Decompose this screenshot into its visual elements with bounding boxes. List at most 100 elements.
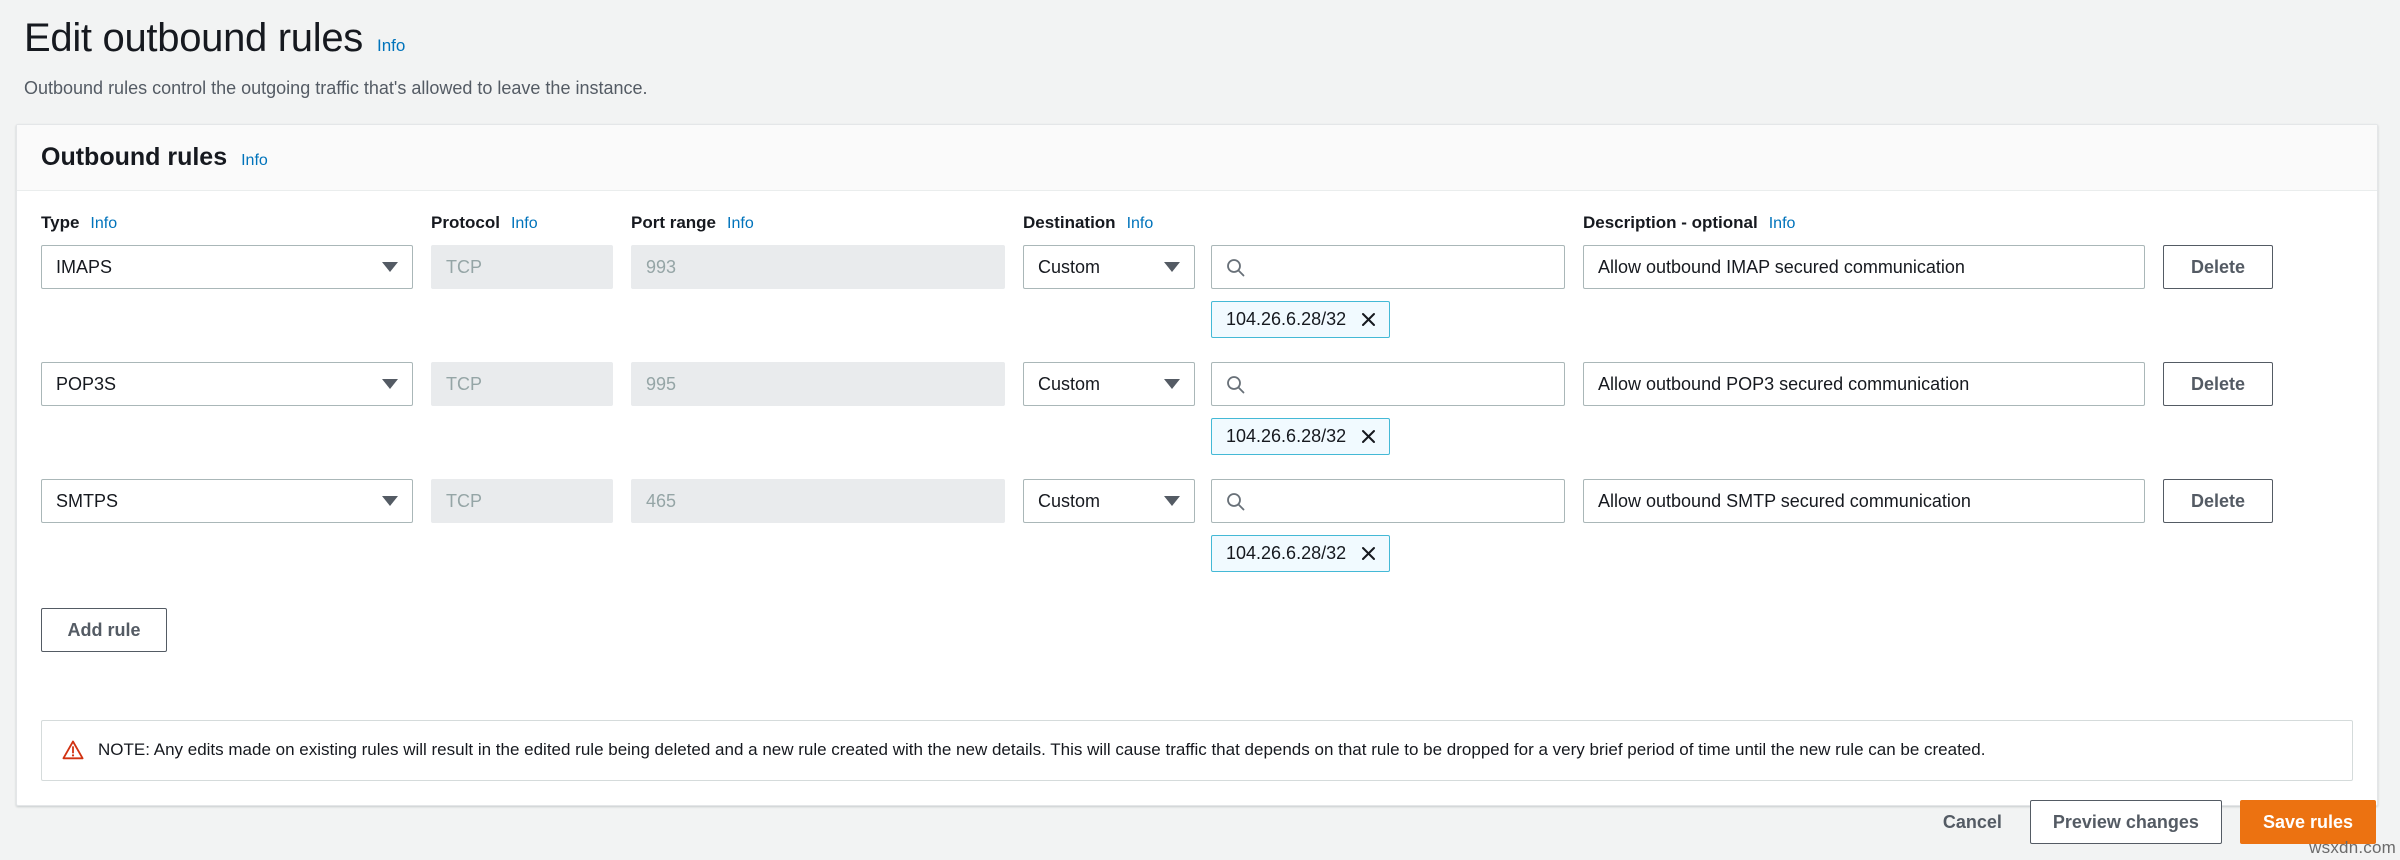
rule-description-cell: Allow outbound IMAP secured communicatio…	[1583, 245, 2163, 289]
page-header: Edit outbound rules Info Outbound rules …	[0, 0, 2400, 101]
rule-type-value: IMAPS	[56, 257, 112, 278]
destination-chip-wrap: 104.26.6.28/32	[1211, 535, 1565, 572]
destination-info-link[interactable]: Info	[1127, 215, 1154, 233]
chevron-down-icon	[382, 379, 398, 389]
rule-type-cell: IMAPS	[41, 245, 431, 289]
rule-protocol-field: TCP	[431, 245, 613, 289]
add-rule-button[interactable]: Add rule	[41, 608, 167, 652]
destination-search-input[interactable]	[1211, 245, 1565, 289]
rule-type-select[interactable]: POP3S	[41, 362, 413, 406]
note-banner: NOTE: Any edits made on existing rules w…	[41, 720, 2353, 781]
destination-search-input[interactable]	[1211, 362, 1565, 406]
close-icon[interactable]	[1360, 545, 1377, 562]
rule-type-select[interactable]: IMAPS	[41, 245, 413, 289]
footer-actions: Cancel Preview changes Save rules	[0, 800, 2400, 844]
destination-kind-value: Custom	[1038, 491, 1100, 512]
note-text: NOTE: Any edits made on existing rules w…	[98, 739, 1985, 762]
table-row: POP3S TCP 995	[41, 362, 2353, 455]
protocol-info-link[interactable]: Info	[511, 215, 538, 233]
close-icon[interactable]	[1360, 311, 1377, 328]
destination-kind-select[interactable]: Custom	[1023, 479, 1195, 523]
rule-description-value: Allow outbound SMTP secured communicatio…	[1598, 491, 1971, 512]
rule-description-cell: Allow outbound SMTP secured communicatio…	[1583, 479, 2163, 523]
warning-icon	[62, 740, 84, 760]
column-header-type: Type	[41, 213, 79, 233]
rule-description-value: Allow outbound POP3 secured communicatio…	[1598, 374, 1969, 395]
destination-kind-select[interactable]: Custom	[1023, 245, 1195, 289]
rule-port-cell: 993	[631, 245, 1023, 289]
panel-header: Outbound rules Info	[17, 125, 2377, 191]
type-info-link[interactable]: Info	[90, 215, 117, 233]
destination-cidr-chip: 104.26.6.28/32	[1211, 301, 1390, 338]
rule-port-range-value: 995	[646, 374, 676, 395]
rule-description-cell: Allow outbound POP3 secured communicatio…	[1583, 362, 2163, 406]
rule-type-select[interactable]: SMTPS	[41, 479, 413, 523]
table-row: SMTPS TCP 465	[41, 479, 2353, 572]
rule-port-range-field: 993	[631, 245, 1005, 289]
rule-port-cell: 995	[631, 362, 1023, 406]
rule-actions-cell: Delete	[2163, 245, 2313, 289]
destination-cidr-value: 104.26.6.28/32	[1226, 543, 1346, 564]
column-header-port-range: Port range	[631, 213, 716, 233]
edit-outbound-rules-page: Edit outbound rules Info Outbound rules …	[0, 0, 2400, 860]
destination-cidr-chip: 104.26.6.28/32	[1211, 418, 1390, 455]
rule-description-input[interactable]: Allow outbound POP3 secured communicatio…	[1583, 362, 2145, 406]
rules-column-headers: Type Info Protocol Info Port range Info	[41, 213, 2353, 245]
rule-description-value: Allow outbound IMAP secured communicatio…	[1598, 257, 1965, 278]
destination-kind-value: Custom	[1038, 257, 1100, 278]
delete-rule-button[interactable]: Delete	[2163, 362, 2273, 406]
description-info-link[interactable]: Info	[1769, 215, 1796, 233]
search-icon	[1226, 375, 1245, 394]
column-header-type-cell: Type Info	[41, 213, 431, 245]
add-rule-wrap: Add rule	[41, 608, 2353, 652]
preview-changes-button[interactable]: Preview changes	[2030, 800, 2222, 844]
rule-type-value: SMTPS	[56, 491, 118, 512]
column-header-protocol: Protocol	[431, 213, 500, 233]
rule-port-range-value: 465	[646, 491, 676, 512]
chevron-down-icon	[382, 262, 398, 272]
column-header-protocol-cell: Protocol Info	[431, 213, 631, 245]
rule-type-cell: SMTPS	[41, 479, 431, 523]
chevron-down-icon	[1164, 379, 1180, 389]
column-header-port-cell: Port range Info	[631, 213, 1023, 245]
rule-actions-cell: Delete	[2163, 362, 2313, 406]
destination-chip-wrap: 104.26.6.28/32	[1211, 418, 1565, 455]
destination-search-input[interactable]	[1211, 479, 1565, 523]
rule-protocol-field: TCP	[431, 362, 613, 406]
destination-cidr-value: 104.26.6.28/32	[1226, 426, 1346, 447]
rule-protocol-cell: TCP	[431, 245, 631, 289]
rule-destination-cell: Custom	[1023, 479, 1583, 572]
row-spacer	[41, 338, 2353, 362]
delete-rule-button[interactable]: Delete	[2163, 245, 2273, 289]
destination-kind-select[interactable]: Custom	[1023, 362, 1195, 406]
rule-description-input[interactable]: Allow outbound IMAP secured communicatio…	[1583, 245, 2145, 289]
page-title-info-link[interactable]: Info	[377, 36, 405, 56]
rule-protocol-value: TCP	[446, 257, 482, 278]
column-header-description-cell: Description - optional Info	[1583, 213, 2163, 245]
destination-kind-value: Custom	[1038, 374, 1100, 395]
rule-protocol-cell: TCP	[431, 479, 631, 523]
rule-destination-cell: Custom	[1023, 362, 1583, 455]
cancel-button[interactable]: Cancel	[1933, 800, 2012, 844]
chevron-down-icon	[1164, 262, 1180, 272]
rule-protocol-field: TCP	[431, 479, 613, 523]
rule-protocol-value: TCP	[446, 374, 482, 395]
watermark: wsxdn.com	[2309, 838, 2396, 858]
chevron-down-icon	[1164, 496, 1180, 506]
panel-body: Type Info Protocol Info Port range Info	[17, 191, 2377, 680]
panel-info-link[interactable]: Info	[241, 152, 268, 170]
port-range-info-link[interactable]: Info	[727, 215, 754, 233]
title-row: Edit outbound rules Info	[24, 16, 2376, 60]
chevron-down-icon	[382, 496, 398, 506]
rules-list: IMAPS TCP 993	[41, 245, 2353, 572]
rule-description-input[interactable]: Allow outbound SMTP secured communicatio…	[1583, 479, 2145, 523]
delete-rule-button[interactable]: Delete	[2163, 479, 2273, 523]
column-header-destination: Destination	[1023, 213, 1116, 233]
search-icon	[1226, 258, 1245, 277]
destination-cidr-value: 104.26.6.28/32	[1226, 309, 1346, 330]
panel-title: Outbound rules	[41, 143, 227, 172]
column-header-actions-cell	[2163, 213, 2313, 245]
close-icon[interactable]	[1360, 428, 1377, 445]
rule-protocol-value: TCP	[446, 491, 482, 512]
rule-type-cell: POP3S	[41, 362, 431, 406]
